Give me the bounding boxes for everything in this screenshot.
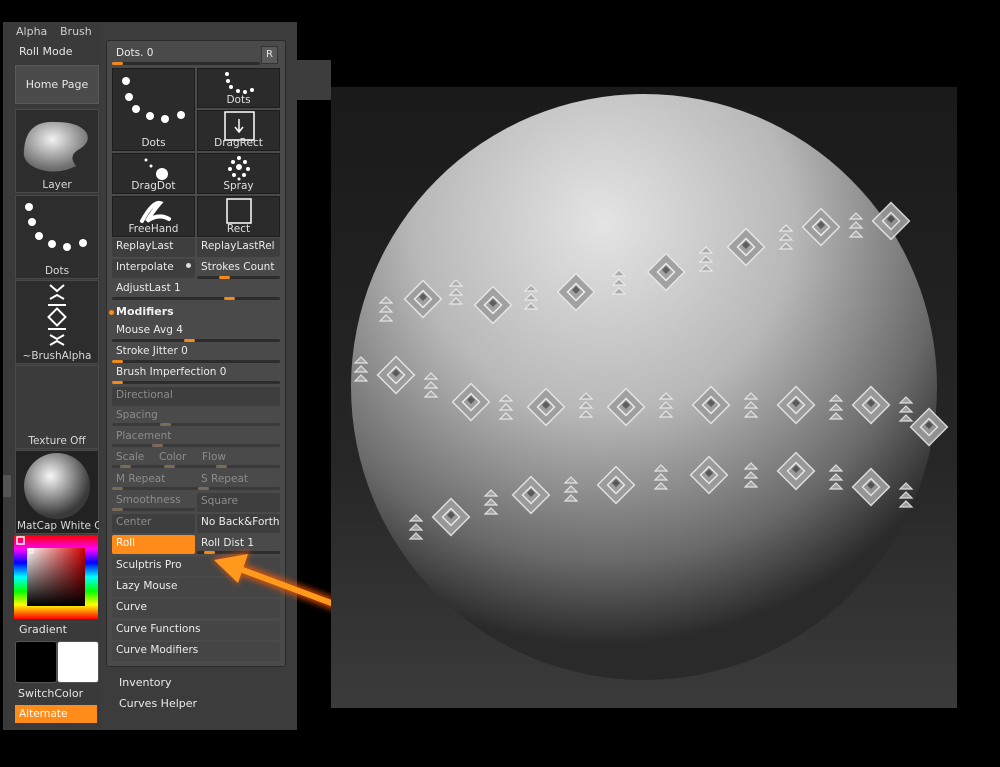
- matcap-sphere-icon: [24, 453, 90, 519]
- dots-slider-label: Dots: [116, 47, 141, 59]
- tile-label: Rect: [226, 223, 251, 235]
- replay-last-button[interactable]: ReplayLast: [112, 238, 195, 257]
- material-label: MatCap White C: [17, 520, 99, 532]
- mouse-avg-track[interactable]: [112, 339, 280, 342]
- brush-imperfection-label: Brush Imperfection: [116, 366, 217, 378]
- shelf-edge: [297, 60, 331, 100]
- adjust-last-value: 1: [174, 282, 181, 294]
- stroke-thumb-label: Dots: [44, 265, 70, 277]
- smoothness-track[interactable]: [112, 508, 195, 511]
- replay-last-rel-button[interactable]: ReplayLastRel: [197, 238, 280, 257]
- sculpt-sphere: [351, 94, 949, 680]
- color-picker[interactable]: [14, 535, 98, 619]
- strokes-count-knob[interactable]: [219, 276, 230, 279]
- stroke-jitter-track[interactable]: [112, 360, 280, 363]
- s-repeat-knob[interactable]: [198, 487, 209, 490]
- dots-arc-icon: [122, 77, 185, 123]
- dots-slider-track[interactable]: [112, 62, 260, 65]
- brush-alpha-pattern-icon: [47, 284, 67, 346]
- switch-color-button[interactable]: SwitchColor: [18, 687, 83, 700]
- stroke-jitter-label: Stroke Jitter: [116, 345, 178, 357]
- brush-imperfection-track[interactable]: [112, 381, 280, 384]
- spacing-knob[interactable]: [160, 423, 171, 426]
- mouse-avg-knob[interactable]: [184, 339, 195, 342]
- primary-color-swatch[interactable]: [15, 641, 57, 683]
- texture-label: Texture Off: [28, 435, 86, 447]
- m-repeat-knob[interactable]: [112, 487, 123, 490]
- adjust-last-knob[interactable]: [224, 297, 235, 300]
- roll-mode-label: Roll Mode: [19, 45, 73, 58]
- drag-dot-icon: [144, 158, 168, 180]
- mouse-avg-value: 4: [176, 324, 183, 336]
- toggle-dot-icon: [186, 263, 191, 268]
- stroke-tile-freehand[interactable]: FreeHand: [112, 196, 195, 237]
- directional-toggle[interactable]: Directional: [112, 387, 280, 406]
- menu-brush[interactable]: Brush: [60, 22, 92, 42]
- stroke-tile-dots-large[interactable]: Dots: [112, 68, 195, 151]
- tile-label: Spray: [223, 180, 254, 192]
- adjust-last-track[interactable]: [112, 297, 280, 300]
- brush-thumb-label: Layer: [42, 179, 72, 191]
- square-toggle[interactable]: Square: [197, 493, 280, 512]
- dots-slider-value: 0: [146, 47, 154, 59]
- flow-knob[interactable]: [216, 465, 227, 468]
- curves-helper-header[interactable]: Curves Helper: [119, 697, 197, 710]
- spacing-track[interactable]: [112, 423, 280, 426]
- interpolate-toggle[interactable]: Interpolate: [112, 259, 195, 278]
- tile-label: FreeHand: [128, 223, 179, 235]
- center-toggle[interactable]: Center: [112, 514, 195, 533]
- stroke-tile-dragrect[interactable]: DragRect: [197, 110, 280, 151]
- stroke-tile-dragdot[interactable]: DragDot: [112, 153, 195, 194]
- viewport-canvas[interactable]: [331, 87, 957, 708]
- brush-imperfection-knob[interactable]: [112, 381, 123, 384]
- repeat-track[interactable]: [112, 487, 280, 490]
- placement-track[interactable]: [112, 444, 280, 447]
- modifiers-header[interactable]: Modifiers: [116, 305, 174, 318]
- stroke-thumbnail[interactable]: Dots: [15, 195, 99, 279]
- roll-toggle[interactable]: Roll: [112, 535, 195, 554]
- tile-label: Dots: [226, 94, 251, 106]
- alternate-button[interactable]: Alternate: [15, 705, 97, 723]
- stroke-tile-rect[interactable]: Rect: [197, 196, 280, 237]
- reset-button[interactable]: R: [261, 46, 278, 64]
- tile-label: DragRect: [214, 137, 263, 149]
- dots-slider-knob[interactable]: [112, 62, 123, 65]
- modifiers-expand-dot-icon: [109, 310, 114, 315]
- stroke-jitter-value: 0: [181, 345, 188, 357]
- curve-modifiers-header[interactable]: Curve Modifiers: [112, 642, 280, 661]
- secondary-color-swatch[interactable]: [57, 641, 99, 683]
- strokes-count-track[interactable]: [197, 276, 280, 279]
- gradient-label: Gradient: [19, 623, 67, 636]
- layer-brush-icon: [23, 121, 88, 172]
- smoothness-knob[interactable]: [112, 508, 123, 511]
- tile-label: Dots: [141, 137, 166, 149]
- adjust-last-label: AdjustLast: [116, 282, 171, 294]
- alpha-thumbnail[interactable]: ~BrushAlpha: [15, 280, 99, 364]
- menu-alpha[interactable]: Alpha: [16, 22, 47, 42]
- placement-knob[interactable]: [152, 444, 163, 447]
- material-thumbnail[interactable]: MatCap White C: [15, 450, 99, 534]
- dots-stroke-icon: [25, 203, 87, 251]
- brush-imperfection-value: 0: [219, 366, 227, 378]
- no-back-forth-toggle[interactable]: No Back&Forth: [197, 514, 280, 533]
- sphere-mesh: [351, 94, 937, 680]
- tray-collapse-handle[interactable]: [3, 475, 11, 497]
- mouse-avg-label: Mouse Avg: [116, 324, 173, 336]
- dots-small-icon: [225, 72, 254, 94]
- stroke-jitter-knob[interactable]: [112, 360, 123, 363]
- texture-thumbnail[interactable]: Texture Off: [15, 365, 99, 449]
- color-wheel-icon: [14, 535, 98, 619]
- home-page-button[interactable]: Home Page: [15, 65, 99, 104]
- scale-knob[interactable]: [120, 465, 131, 468]
- tile-label: DragDot: [131, 180, 176, 192]
- brush-thumbnail[interactable]: Layer: [15, 109, 99, 193]
- stroke-tile-spray[interactable]: Spray: [197, 153, 280, 194]
- alpha-thumb-label: ~BrushAlpha: [22, 350, 92, 362]
- scale-color-flow-track[interactable]: [112, 465, 280, 468]
- color-knob[interactable]: [164, 465, 175, 468]
- interpolate-label: Interpolate: [116, 261, 174, 273]
- stroke-tile-dots[interactable]: Dots: [197, 68, 280, 108]
- inventory-header[interactable]: Inventory: [119, 676, 172, 689]
